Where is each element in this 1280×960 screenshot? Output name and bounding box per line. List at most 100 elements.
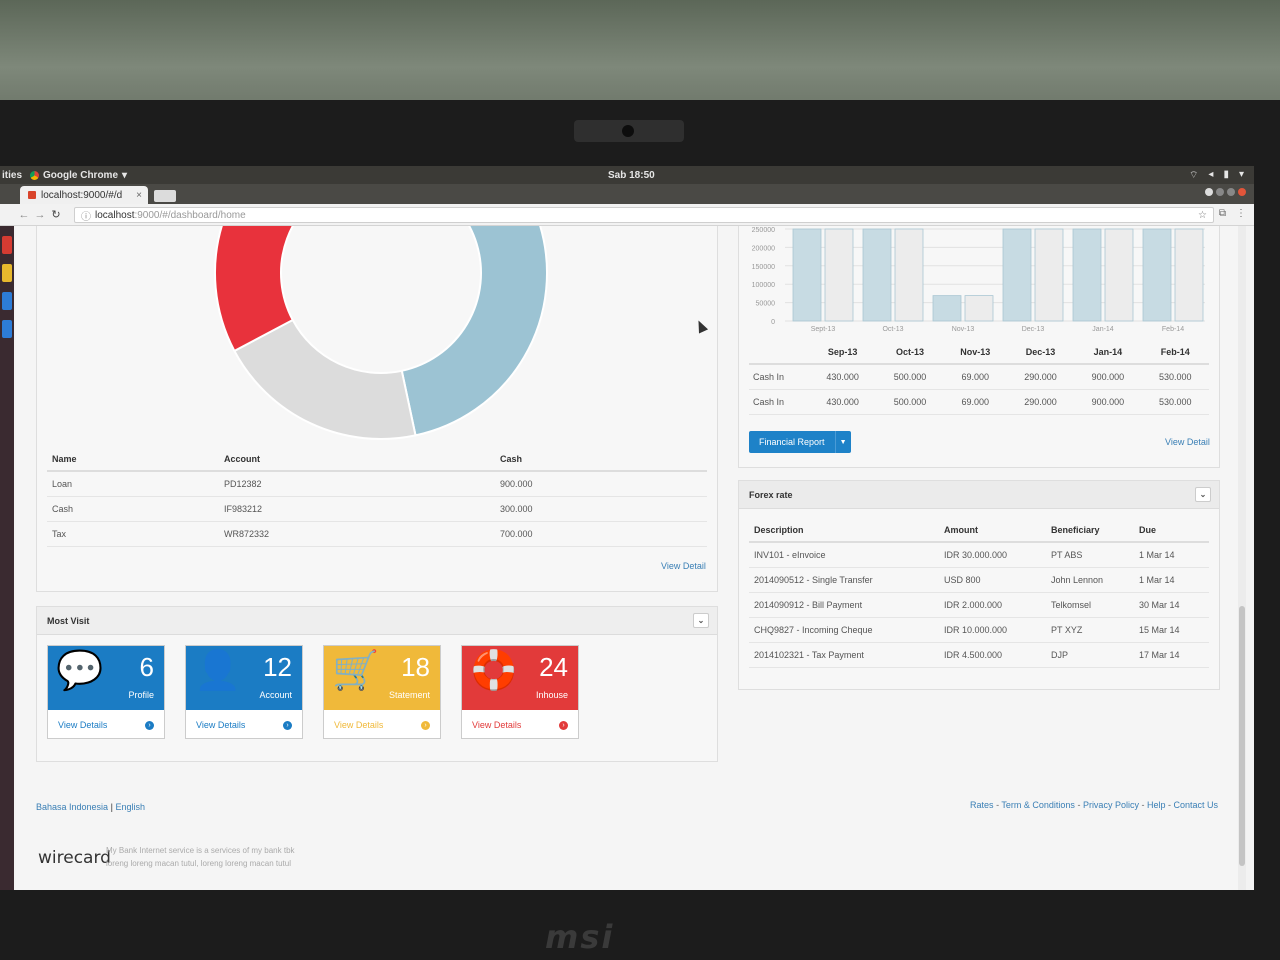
forward-icon[interactable]: →: [32, 209, 48, 221]
browser-tab[interactable]: localhost:9000/#/d ×: [20, 186, 148, 204]
launcher-app-icon[interactable]: [2, 236, 12, 254]
cell: IDR 4.500.000: [939, 642, 1046, 668]
user-icon: 👤: [194, 650, 242, 692]
menu-kebab-icon[interactable]: ⋮: [1236, 208, 1246, 219]
reload-icon[interactable]: ↻: [48, 208, 64, 221]
column-header[interactable]: Sep-13: [809, 341, 877, 365]
system-tray[interactable]: ⌔ ◂ ▮ ▾: [1189, 169, 1244, 182]
cell: 69.000: [943, 389, 1007, 415]
table-row[interactable]: Loan PD12382 900.000: [47, 471, 707, 497]
launcher-app-icon[interactable]: [2, 264, 12, 282]
footer-link-help[interactable]: Help: [1147, 800, 1166, 810]
minimize-icon[interactable]: [1216, 188, 1224, 196]
footer-link-contact[interactable]: Contact Us: [1173, 800, 1218, 810]
tile-footer[interactable]: View Details ›: [462, 710, 578, 740]
column-header[interactable]: Description: [749, 519, 939, 543]
chevron-down-icon[interactable]: ⌄: [1195, 487, 1211, 502]
table-row[interactable]: Cash In 430.000 500.000 69.000 290.000 9…: [749, 389, 1209, 415]
accounts-table: Name Account Cash Loan PD12382 900.000 C…: [47, 448, 707, 547]
footer-link-separator: -: [1138, 800, 1147, 810]
back-icon[interactable]: ←: [16, 209, 32, 221]
info-icon[interactable]: ⓘ: [81, 208, 91, 223]
new-tab-button[interactable]: [154, 190, 176, 202]
table-row[interactable]: Cash In 430.000 500.000 69.000 290.000 9…: [749, 364, 1209, 390]
y-tick-label: 100000: [752, 282, 775, 289]
arrow-right-icon[interactable]: ›: [283, 720, 292, 730]
table-row[interactable]: 2014090512 - Single Transfer USD 800 Joh…: [749, 567, 1209, 593]
bar: [964, 295, 994, 322]
profile-icon[interactable]: [1205, 188, 1213, 196]
view-details-link[interactable]: View Details: [334, 720, 383, 730]
language-english-link[interactable]: English: [115, 802, 145, 812]
footer-link-rates[interactable]: Rates: [970, 800, 994, 810]
column-header[interactable]: Dec-13: [1006, 341, 1075, 365]
arrow-right-icon[interactable]: ›: [145, 720, 154, 730]
bookmark-star-icon[interactable]: ☆: [1198, 210, 1207, 221]
cell: 17 Mar 14: [1134, 642, 1209, 668]
tile-inhouse[interactable]: 🛟 24 Inhouse View Details ›: [461, 645, 579, 739]
maximize-icon[interactable]: [1227, 188, 1235, 196]
tile-footer[interactable]: View Details ›: [324, 710, 440, 740]
arrow-right-icon[interactable]: ›: [421, 720, 430, 730]
cell: 15 Mar 14: [1134, 617, 1209, 643]
column-header[interactable]: Feb-14: [1141, 341, 1209, 365]
column-header[interactable]: Account: [219, 448, 495, 472]
launcher-app-icon[interactable]: [2, 292, 12, 310]
table-row[interactable]: 2014090912 - Bill Payment IDR 2.000.000 …: [749, 592, 1209, 618]
tile-footer[interactable]: View Details ›: [48, 710, 164, 740]
table-row[interactable]: Tax WR872332 700.000: [47, 521, 707, 547]
column-header[interactable]: Oct-13: [876, 341, 944, 365]
activities-menu[interactable]: ities: [0, 170, 30, 181]
table-row[interactable]: CHQ9827 - Incoming Cheque IDR 10.000.000…: [749, 617, 1209, 643]
column-header[interactable]: Name: [47, 448, 219, 472]
table-row[interactable]: INV101 - eInvoice IDR 30.000.000 PT ABS …: [749, 542, 1209, 568]
wifi-icon[interactable]: ⌔: [1189, 169, 1198, 182]
extension-icon[interactable]: ⧉: [1219, 208, 1226, 219]
view-details-link[interactable]: View Details: [196, 720, 245, 730]
cell: 530.000: [1141, 364, 1209, 390]
financial-report-label[interactable]: Financial Report: [749, 431, 835, 453]
bar: [932, 295, 962, 322]
column-header[interactable]: Jan-14: [1074, 341, 1142, 365]
table-row[interactable]: Cash IF983212 300.000: [47, 496, 707, 522]
column-header[interactable]: Nov-13: [943, 341, 1007, 365]
chevron-down-icon[interactable]: ▾: [1239, 169, 1244, 182]
footer-link-terms[interactable]: Term & Conditions: [1001, 800, 1075, 810]
column-header[interactable]: Amount: [939, 519, 1046, 543]
financial-report-button[interactable]: Financial Report ▼: [749, 431, 851, 453]
view-detail-link[interactable]: View Detail: [661, 561, 706, 571]
tile-footer[interactable]: View Details ›: [186, 710, 302, 740]
cell: 30 Mar 14: [1134, 592, 1209, 618]
page-scrollbar[interactable]: [1238, 226, 1246, 890]
column-header[interactable]: Due: [1134, 519, 1209, 543]
x-tick-label: Sept-13: [811, 326, 836, 333]
launcher-app-icon[interactable]: [2, 320, 12, 338]
y-tick-label: 250000: [752, 227, 775, 234]
clock[interactable]: Sab 18:50: [608, 170, 655, 181]
arrow-right-icon[interactable]: ›: [559, 720, 568, 730]
url-input[interactable]: ⓘ localhost:9000/#/dashboard/home ☆: [74, 207, 1214, 223]
volume-icon[interactable]: ◂: [1208, 169, 1213, 182]
battery-icon[interactable]: ▮: [1223, 169, 1229, 182]
column-header[interactable]: Beneficiary: [1046, 519, 1134, 543]
tile-statement[interactable]: 🛒 18 Statement View Details ›: [323, 645, 441, 739]
tile-label: Profile: [128, 690, 154, 700]
app-menu[interactable]: Google Chrome ▾: [30, 170, 127, 181]
view-details-link[interactable]: View Details: [58, 720, 107, 730]
bar: [1104, 228, 1134, 322]
view-detail-link[interactable]: View Detail: [1165, 437, 1210, 447]
close-window-icon[interactable]: [1238, 188, 1246, 196]
caret-down-icon[interactable]: ▼: [834, 431, 851, 453]
view-details-link[interactable]: View Details: [472, 720, 521, 730]
column-header[interactable]: Cash: [495, 448, 707, 472]
tile-profile[interactable]: 💬 6 Profile View Details ›: [47, 645, 165, 739]
tile-account[interactable]: 👤 12 Account View Details ›: [185, 645, 303, 739]
scrollbar-thumb[interactable]: [1239, 606, 1245, 866]
footer-link-privacy[interactable]: Privacy Policy: [1083, 800, 1139, 810]
language-indonesia-link[interactable]: Bahasa Indonesia: [36, 802, 108, 812]
chevron-down-icon[interactable]: ⌄: [693, 613, 709, 628]
cell-cash: 700.000: [495, 521, 707, 547]
footer-links: Rates - Term & Conditions - Privacy Poli…: [970, 800, 1218, 810]
table-row[interactable]: 2014102321 - Tax Payment IDR 4.500.000 D…: [749, 642, 1209, 668]
close-icon[interactable]: ×: [136, 190, 142, 201]
